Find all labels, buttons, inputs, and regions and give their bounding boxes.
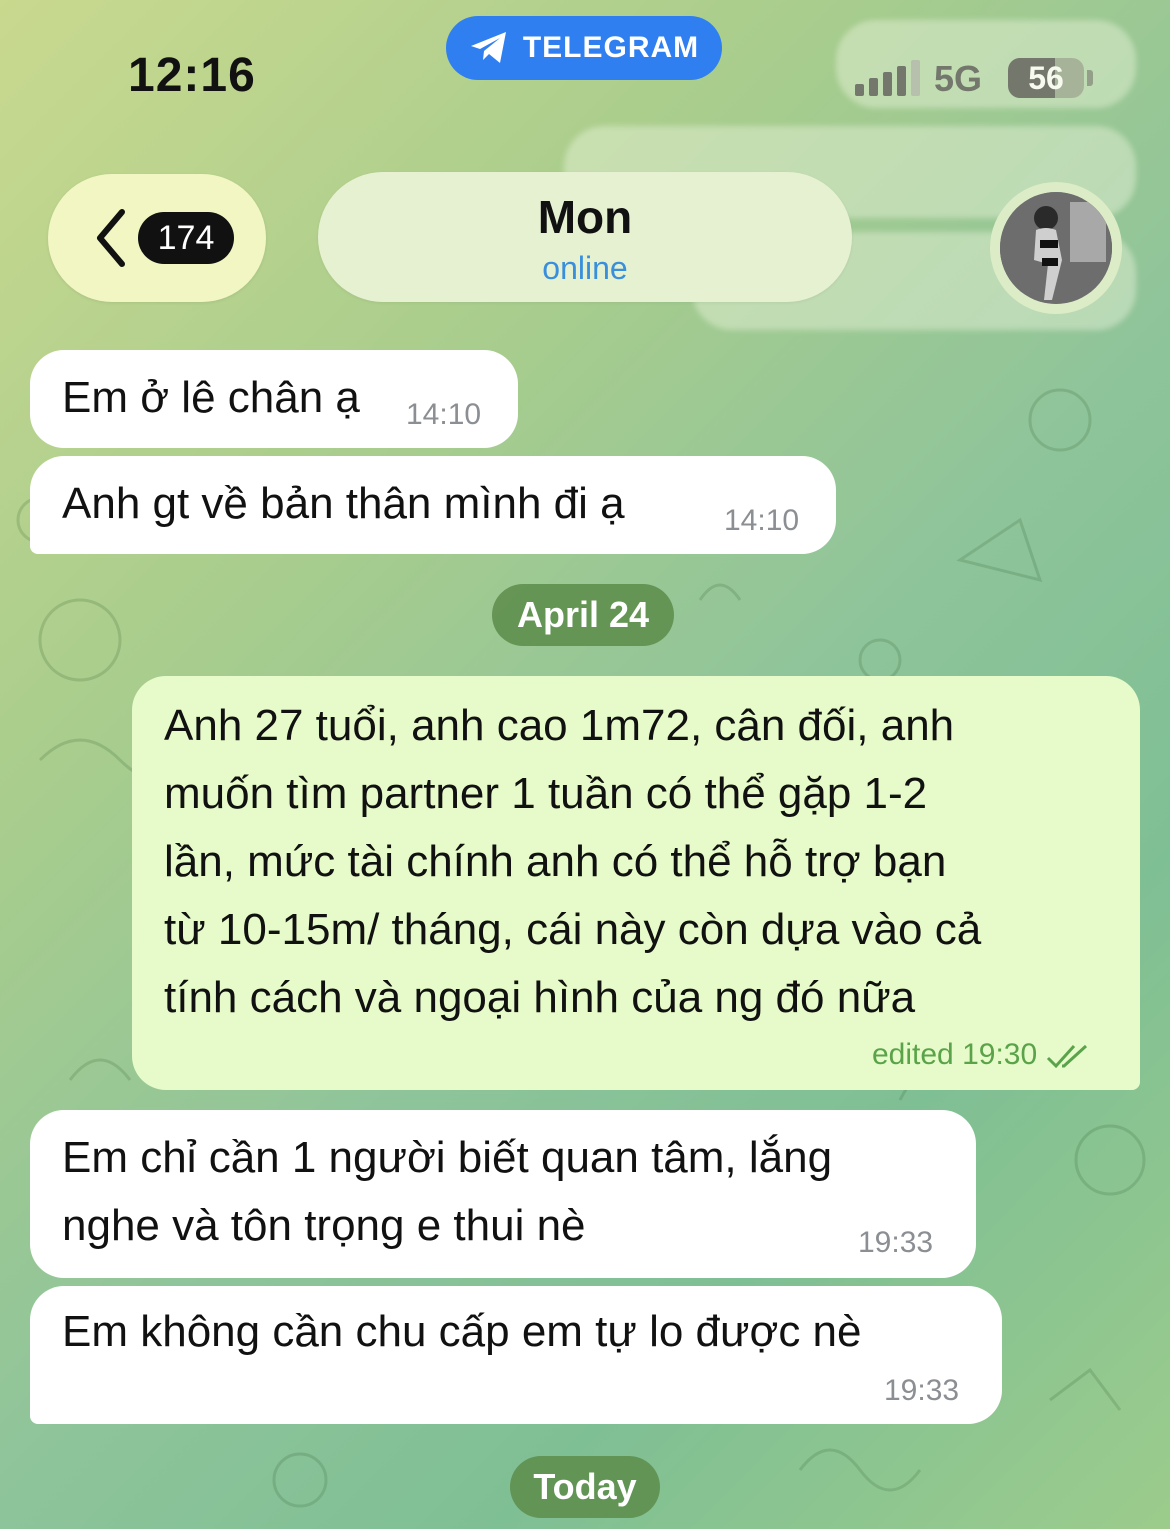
date-separator: Today — [510, 1456, 660, 1518]
incoming-message[interactable]: Anh gt về bản thân mình đi ạ 14:10 — [30, 456, 836, 554]
return-to-telegram-pill[interactable]: TELEGRAM — [446, 16, 722, 80]
message-text: Anh gt về bản thân mình đi ạ — [62, 479, 625, 528]
message-time: edited 19:30 — [872, 1038, 1094, 1072]
incoming-message[interactable]: Em ở lê chân ạ 14:10 — [30, 350, 518, 448]
message-text: Em chỉ cần 1 người biết quan tâm, lắng n… — [62, 1133, 833, 1250]
incoming-message[interactable]: Em không cần chu cấp em tự lo được nè 19… — [30, 1286, 1002, 1424]
message-text: Anh 27 tuổi, anh cao 1m72, cân đối, anh … — [164, 701, 982, 1022]
date-separator: April 24 — [492, 584, 674, 646]
message-time: 19:33 — [884, 1374, 960, 1407]
chat-title-pill[interactable]: Mon online — [318, 172, 852, 302]
message-text: Em ở lê chân ạ — [62, 373, 360, 422]
message-edited-time: edited 19:30 — [872, 1038, 1038, 1071]
double-check-icon — [1046, 1044, 1087, 1069]
contact-avatar[interactable] — [990, 182, 1122, 314]
incoming-message[interactable]: Em chỉ cần 1 người biết quan tâm, lắng n… — [30, 1110, 976, 1278]
message-time: 14:10 — [406, 398, 482, 431]
ghost-bubble — [836, 20, 1136, 108]
message-time: 14:10 — [724, 504, 800, 537]
telegram-plane-icon — [470, 32, 506, 63]
app-pill-label: TELEGRAM — [522, 31, 700, 64]
outgoing-message[interactable]: Anh 27 tuổi, anh cao 1m72, cân đối, anh … — [132, 676, 1140, 1090]
unread-count-badge: 174 — [138, 212, 234, 264]
avatar-figure-icon — [1000, 192, 1112, 304]
chat-status: online — [542, 250, 628, 286]
avatar-photo — [1000, 192, 1112, 304]
chat-name: Mon — [537, 191, 633, 243]
message-time: 19:33 — [858, 1226, 934, 1259]
message-text: Em không cần chu cấp em tự lo được nè — [62, 1307, 862, 1356]
status-time: 12:16 — [128, 49, 256, 102]
